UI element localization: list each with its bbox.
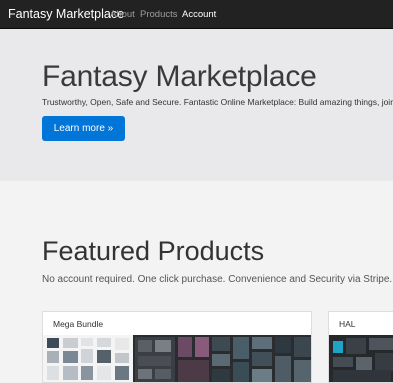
product-thumbnail-image <box>43 335 311 382</box>
featured-products-subtitle: No account required. One click purchase.… <box>42 274 393 285</box>
product-card-title: Mega Bundle <box>53 319 104 329</box>
hero-jumbotron: Fantasy Marketplace Trustworthy, Open, S… <box>0 29 393 181</box>
product-card-mega-bundle[interactable]: Mega Bundle <box>42 311 312 383</box>
top-navbar: Fantasy Marketplace About Products Accou… <box>0 0 393 29</box>
featured-products-heading: Featured Products <box>42 236 265 266</box>
product-card-title: HAL <box>339 319 356 329</box>
brand-link[interactable]: Fantasy Marketplace <box>8 7 124 21</box>
hero-title: Fantasy Marketplace <box>42 60 317 93</box>
product-card-hal[interactable]: HAL <box>328 311 393 383</box>
hero-subtitle: Trustworthy, Open, Safe and Secure. Fant… <box>42 97 393 107</box>
product-thumbnail-image <box>329 335 393 382</box>
nav-link-about[interactable]: About <box>110 9 135 20</box>
nav-link-account[interactable]: Account <box>182 9 216 20</box>
nav-link-products[interactable]: Products <box>140 9 178 20</box>
learn-more-button[interactable]: Learn more » <box>42 116 125 141</box>
